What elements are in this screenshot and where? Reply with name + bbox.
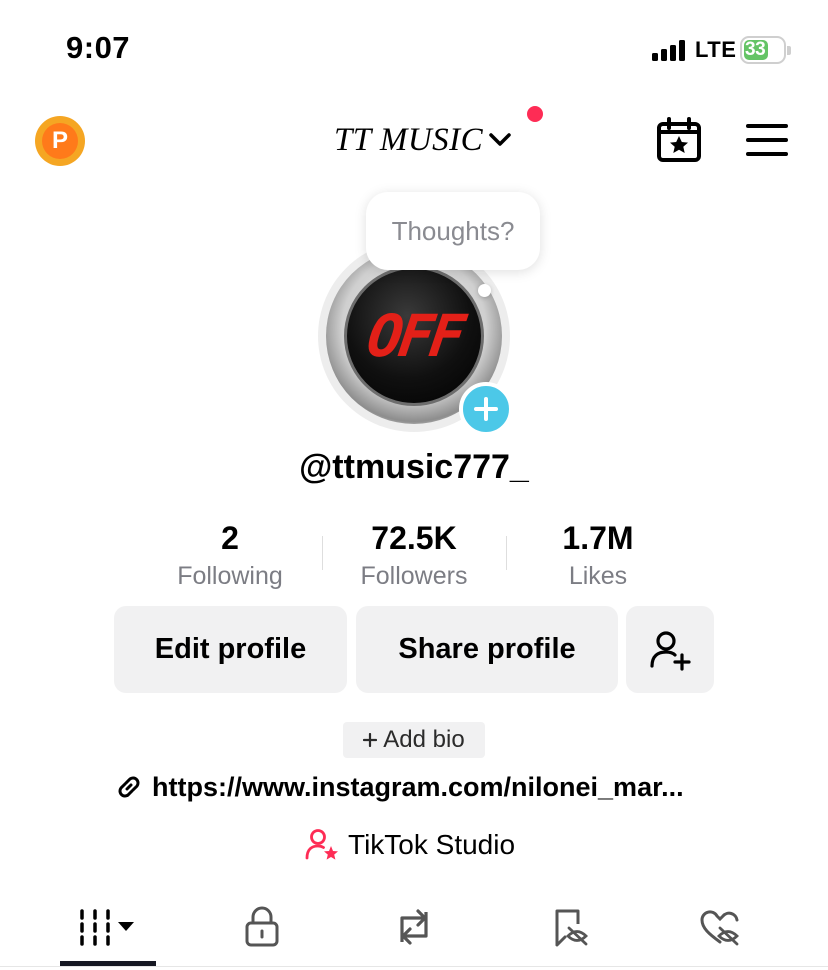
stat-value: 1.7M [562, 520, 634, 556]
tab-videos[interactable] [60, 890, 156, 964]
tab-private[interactable] [222, 890, 302, 964]
link-icon [118, 776, 140, 798]
tab-reposts[interactable] [374, 890, 454, 964]
edit-profile-button[interactable]: Edit profile [114, 606, 347, 693]
stat-following[interactable]: 2 Following [150, 518, 310, 594]
tab-favorites[interactable] [530, 890, 610, 964]
thoughts-bubble-dot [478, 284, 491, 297]
stat-label: Likes [568, 562, 628, 590]
username: @ttmusic777_ [299, 448, 529, 486]
network-label: LTE [695, 37, 737, 62]
battery-icon: 33 [740, 36, 791, 64]
account-switcher[interactable]: TT MUSIC [334, 118, 513, 162]
battery-level: 33 [745, 39, 766, 60]
plus-icon [474, 397, 498, 421]
tabs-divider [0, 966, 828, 967]
liked-hidden-icon [700, 910, 739, 946]
lock-icon [245, 906, 279, 947]
avatar-text: OFF [362, 302, 466, 370]
calendar-star-icon[interactable] [655, 116, 703, 164]
account-name: TT MUSIC [334, 121, 484, 158]
signal-icon [652, 39, 690, 61]
hamburger-menu-icon[interactable] [746, 122, 790, 158]
stat-label: Followers [360, 562, 468, 590]
repost-icon [400, 909, 428, 945]
favorites-hidden-icon [555, 909, 588, 947]
add-avatar-button[interactable] [459, 382, 513, 436]
stat-likes[interactable]: 1.7M Likes [518, 518, 678, 594]
stat-followers[interactable]: 72.5K Followers [334, 518, 494, 594]
stat-value: 72.5K [371, 520, 457, 556]
thoughts-bubble[interactable]: Thoughts? [366, 192, 540, 270]
bio-link-text: https://www.instagram.com/nilonei_mar... [152, 771, 684, 802]
user-star-icon [305, 829, 338, 860]
notification-dot [527, 106, 543, 122]
tiktok-studio-label: TikTok Studio [348, 829, 516, 860]
bio-link[interactable]: https://www.instagram.com/nilonei_mar... [114, 768, 684, 806]
add-user-icon [650, 630, 691, 671]
stat-divider [322, 536, 323, 570]
coin-letter: P [42, 123, 78, 159]
stat-divider [506, 536, 507, 570]
profile-tabs [0, 890, 828, 970]
stat-label: Following [177, 562, 283, 590]
add-friends-button[interactable] [626, 606, 714, 693]
share-profile-button[interactable]: Share profile [356, 606, 618, 693]
add-bio-label: Add bio [383, 726, 465, 753]
coin-icon[interactable]: P [35, 116, 85, 166]
chevron-down-icon [489, 133, 511, 146]
add-bio-button[interactable]: Add bio [343, 722, 485, 758]
tab-liked[interactable] [680, 890, 760, 964]
status-time: 9:07 [66, 30, 131, 65]
stat-value: 2 [221, 520, 239, 556]
plus-icon [363, 733, 378, 747]
videos-grid-icon [80, 909, 134, 946]
status-bar: 9:07 LTE 33 [0, 0, 828, 100]
thoughts-placeholder: Thoughts? [391, 215, 515, 246]
tiktok-studio-link[interactable]: TikTok Studio [304, 826, 515, 864]
